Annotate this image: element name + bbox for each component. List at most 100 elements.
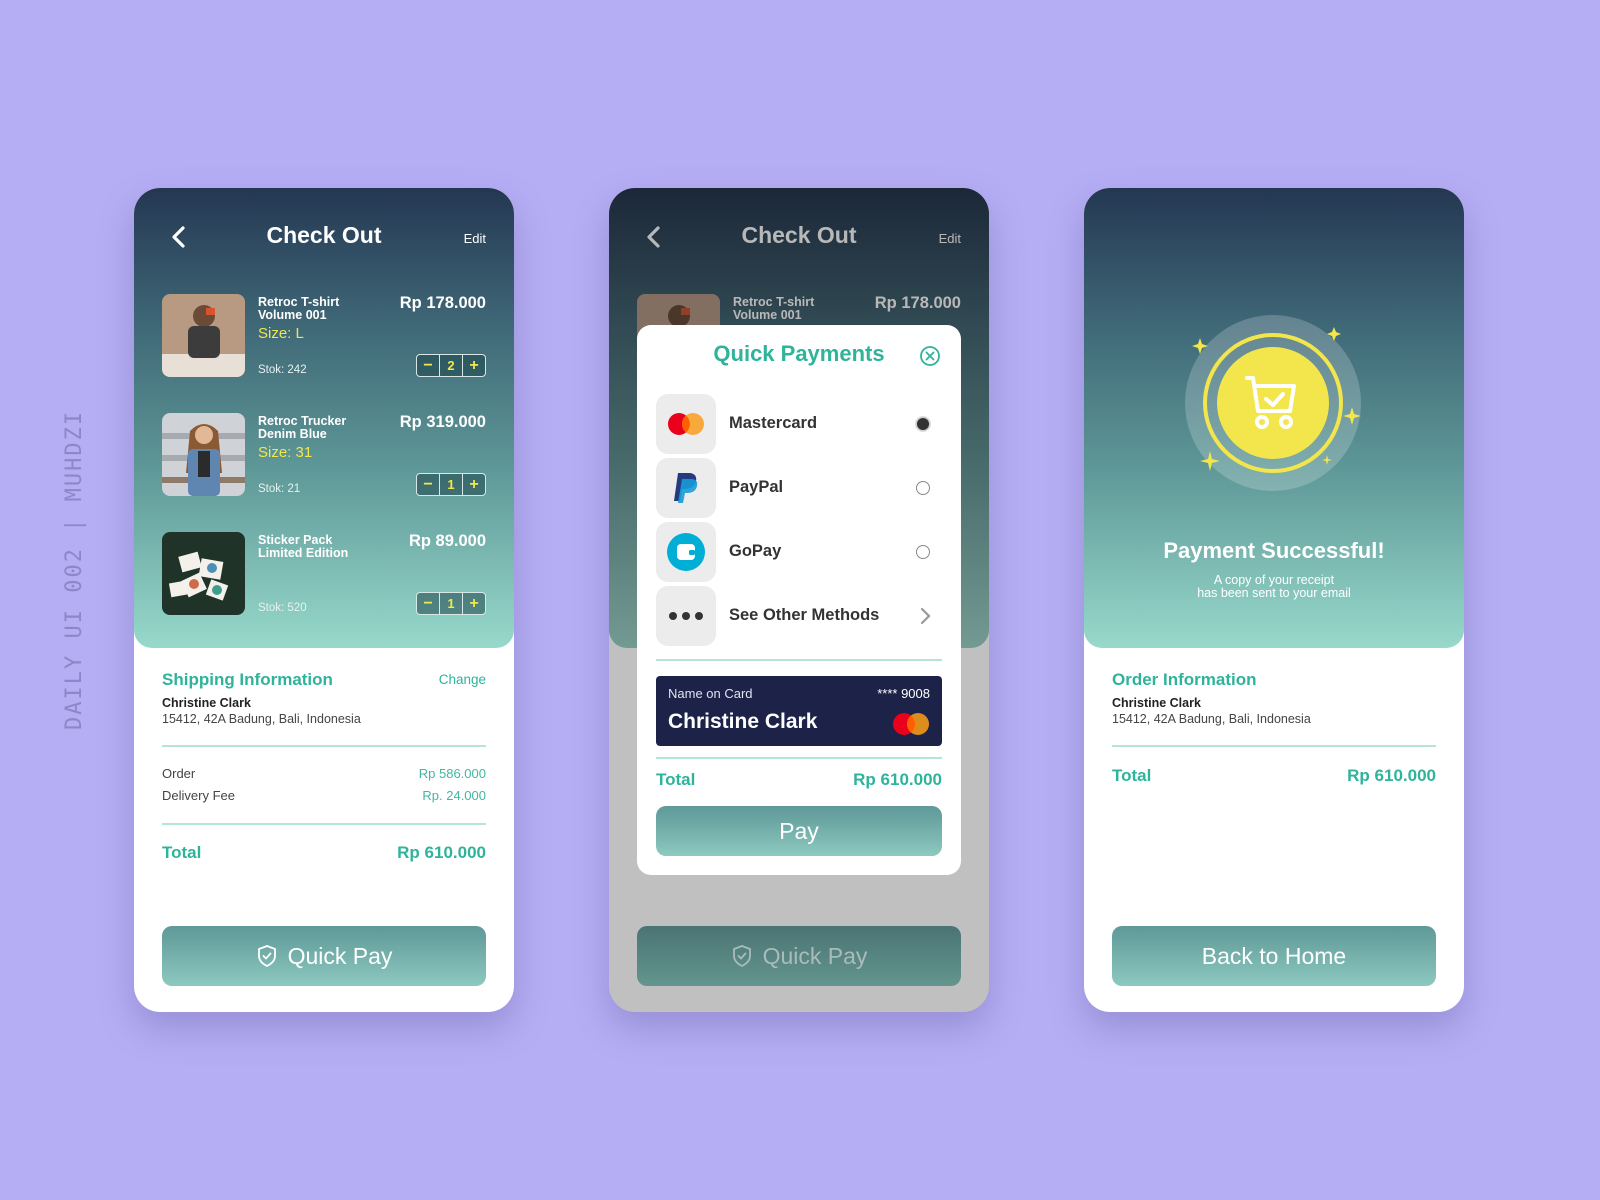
payment-label: See Other Methods — [729, 606, 880, 624]
pay-button[interactable]: Pay — [656, 806, 942, 856]
delivery-row: Delivery Fee Rp. 24.000 — [162, 788, 486, 803]
page-title: Check Out — [266, 222, 382, 248]
header-panel: Payment Successful! A copy of your recei… — [1084, 188, 1464, 648]
edit-button[interactable]: Edit — [939, 231, 961, 246]
total-label: Total — [656, 770, 696, 789]
change-address-link[interactable]: Change — [439, 672, 486, 687]
success-subtitle-line: has been sent to your email — [1197, 586, 1351, 600]
quantity-value: 1 — [439, 593, 462, 614]
increment-button[interactable]: + — [462, 593, 485, 614]
success-title: Payment Successful! — [1163, 538, 1385, 563]
item-size: Size: 31 — [258, 444, 313, 461]
quantity-stepper: − 1 + — [416, 592, 486, 615]
mastercard-icon — [893, 713, 929, 735]
cart-item: Sticker Pack Limited Edition Stok: 520 R… — [162, 532, 486, 616]
more-dots-icon — [656, 586, 716, 646]
cart-item: Retroc Trucker Denim Blue Size: 31 Stok:… — [162, 413, 486, 497]
total-row: Total Rp 610.000 — [162, 843, 486, 863]
decrement-button[interactable]: − — [417, 474, 439, 495]
total-label: Total — [1112, 766, 1152, 785]
payment-option-other[interactable]: See Other Methods — [656, 586, 942, 646]
order-label: Order — [162, 766, 196, 781]
modal-title: Quick Payments — [713, 341, 885, 366]
close-icon[interactable] — [919, 345, 941, 367]
quick-payments-modal: Quick Payments Mastercard PayPal GoPay S… — [637, 325, 961, 875]
item-name: Retroc T-shirt Volume 001 — [258, 295, 340, 322]
item-price: Rp 178.000 — [399, 294, 486, 312]
quantity-value: 2 — [439, 355, 462, 376]
item-stock: Stok: 21 — [258, 483, 301, 495]
increment-button[interactable]: + — [462, 474, 485, 495]
divider — [656, 659, 942, 661]
quick-pay-button[interactable]: Quick Pay — [637, 926, 961, 986]
product-image — [162, 294, 245, 377]
total-value: Rp 610.000 — [853, 770, 942, 789]
shield-check-icon — [257, 945, 276, 968]
customer-name: Christine Clark — [162, 696, 251, 710]
quick-pay-label: Quick Pay — [287, 942, 393, 969]
card-number: **** 9008 — [877, 686, 930, 701]
checkout-screen: Check Out Edit Retroc T-shirt Volume 001… — [134, 188, 514, 1012]
payment-success-screen: Payment Successful! A copy of your recei… — [1084, 188, 1464, 1012]
card-name-label: Name on Card — [668, 686, 753, 701]
customer-name: Christine Clark — [1112, 696, 1201, 710]
shield-check-icon — [732, 945, 751, 968]
divider — [1112, 745, 1436, 747]
divider — [162, 823, 486, 825]
shipping-section: Shipping Information Change Christine Cl… — [162, 670, 486, 726]
total-label: Total — [162, 843, 202, 862]
cart-item: Retroc T-shirt Volume 001 Size: L Stok: … — [162, 294, 486, 378]
product-image — [162, 413, 245, 496]
edit-button[interactable]: Edit — [464, 231, 486, 246]
total-row: Total Rp 610.000 — [656, 770, 942, 790]
order-info-section: Order Information Christine Clark 15412,… — [1112, 670, 1436, 726]
payment-label: Mastercard — [729, 414, 818, 432]
payment-label: GoPay — [729, 542, 782, 560]
quick-pay-button[interactable]: Quick Pay — [162, 926, 486, 986]
quantity-stepper: − 2 + — [416, 354, 486, 377]
selected-card: Name on Card **** 9008 Christine Clark — [656, 676, 942, 746]
payment-option-mastercard[interactable]: Mastercard — [656, 394, 942, 454]
decrement-button[interactable]: − — [417, 355, 439, 376]
shipping-title: Shipping Information — [162, 670, 333, 689]
item-name: Retroc Trucker Denim Blue — [258, 414, 347, 441]
header-panel: Check Out Edit Retroc T-shirt Volume 001… — [134, 188, 514, 648]
item-name: Retroc T-shirt Volume 001 — [733, 295, 815, 322]
gopay-wallet-icon — [656, 522, 716, 582]
payment-option-paypal[interactable]: PayPal — [656, 458, 942, 518]
order-value: Rp 586.000 — [418, 766, 486, 781]
order-info-title: Order Information — [1112, 670, 1257, 689]
paypal-icon — [656, 458, 716, 518]
back-to-home-button[interactable]: Back to Home — [1112, 926, 1436, 986]
success-cart-badge — [1185, 315, 1361, 491]
total-row: Total Rp 610.000 — [1112, 766, 1436, 786]
increment-button[interactable]: + — [462, 355, 485, 376]
mastercard-icon — [656, 394, 716, 454]
item-name: Sticker Pack Limited Edition — [258, 533, 349, 560]
item-price: Rp 178.000 — [874, 294, 961, 312]
delivery-value: Rp. 24.000 — [422, 788, 486, 803]
quantity-stepper: − 1 + — [416, 473, 486, 496]
side-label: DAILY UI 002 | MUHDZI — [62, 409, 87, 730]
total-value: Rp 610.000 — [397, 843, 486, 862]
chevron-right-icon — [920, 607, 931, 625]
card-holder: Christine Clark — [668, 710, 818, 733]
radio-selected[interactable] — [916, 417, 930, 431]
divider — [656, 757, 942, 759]
customer-address: 15412, 42A Badung, Bali, Indonesia — [162, 712, 361, 726]
quantity-value: 1 — [439, 474, 462, 495]
item-stock: Stok: 242 — [258, 364, 307, 376]
payment-label: PayPal — [729, 478, 784, 496]
success-subtitle: A copy of your receipt has been sent to … — [1084, 574, 1464, 600]
delivery-label: Delivery Fee — [162, 788, 235, 803]
quick-payment-screen: Check Out Edit Retroc T-shirt Volume 001… — [609, 188, 989, 1012]
decrement-button[interactable]: − — [417, 593, 439, 614]
radio-unselected[interactable] — [916, 481, 930, 495]
item-price: Rp 89.000 — [408, 532, 486, 550]
radio-unselected[interactable] — [916, 545, 930, 559]
payment-option-gopay[interactable]: GoPay — [656, 522, 942, 582]
divider — [162, 745, 486, 747]
item-stock: Stok: 520 — [258, 602, 307, 614]
item-price: Rp 319.000 — [399, 413, 486, 431]
page-title: Check Out — [741, 222, 857, 248]
